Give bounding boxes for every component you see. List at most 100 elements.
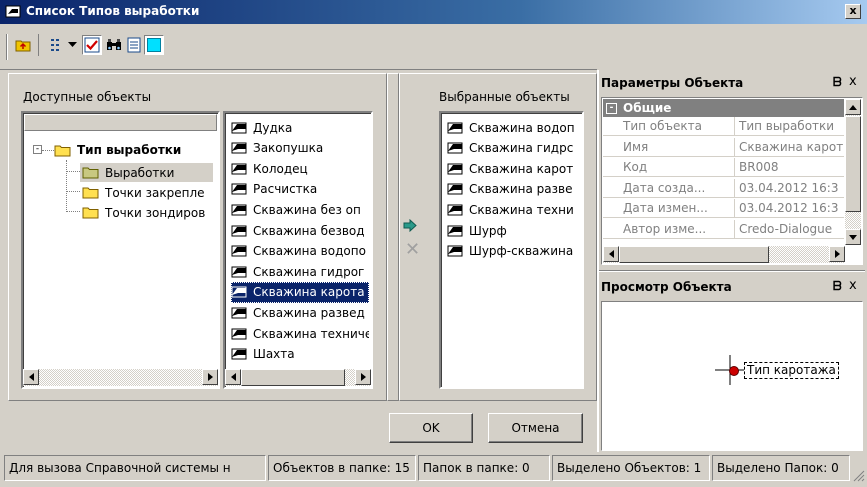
- object-type-icon: [447, 122, 463, 133]
- list-item-label: Колодец: [253, 161, 308, 176]
- property-name: Автор изме...: [603, 219, 735, 239]
- scroll-thumb[interactable]: [241, 369, 345, 386]
- list-item[interactable]: Дудка: [231, 117, 369, 138]
- tree-collapse-toggle[interactable]: -: [33, 145, 42, 154]
- remove-x-icon[interactable]: ✕: [405, 241, 420, 259]
- status-selected-objects: Выделено Объектов: 1: [552, 455, 710, 481]
- scroll-left-button[interactable]: [23, 369, 39, 385]
- tree-horizontal-scrollbar[interactable]: [23, 369, 218, 386]
- property-value: Скважина карот: [735, 137, 844, 157]
- object-type-icon: [447, 183, 463, 195]
- tree-item-label: Точки зондиров: [105, 205, 206, 220]
- scroll-right-button[interactable]: [829, 246, 845, 262]
- object-type-icon: [231, 328, 247, 339]
- property-row[interactable]: Дата измен... 03.04.2012 16:3: [603, 199, 844, 218]
- collapse-icon[interactable]: -: [606, 102, 617, 114]
- view-list-icon[interactable]: [48, 35, 68, 55]
- scroll-up-button[interactable]: [845, 99, 861, 115]
- crosshair-marker-icon: [715, 355, 745, 385]
- document-icon[interactable]: [124, 35, 144, 55]
- list-item[interactable]: Колодец: [231, 158, 369, 179]
- property-row[interactable]: Код BR008: [603, 158, 844, 177]
- params-group-label: Общие: [623, 101, 672, 115]
- list-item[interactable]: Скважина техни: [447, 199, 580, 220]
- scroll-thumb[interactable]: [619, 246, 769, 263]
- pin-icon[interactable]: ᗷ: [833, 279, 842, 294]
- list-item-label: Шахта: [253, 347, 295, 362]
- params-group-header[interactable]: - Общие: [603, 99, 844, 117]
- add-arrow-icon[interactable]: [403, 218, 417, 235]
- list-item-label: Скважина техни: [469, 202, 574, 217]
- list-item-label: Расчистка: [253, 182, 318, 197]
- scroll-right-button[interactable]: [355, 369, 371, 385]
- check-icon[interactable]: [82, 35, 102, 55]
- list-item[interactable]: Шурф: [447, 220, 580, 241]
- preview-symbol-label: Тип каротажа: [744, 362, 839, 379]
- tree-root[interactable]: Тип выработки: [54, 143, 181, 157]
- list-item[interactable]: Расчистка: [231, 179, 369, 200]
- scroll-right-button[interactable]: [202, 369, 218, 385]
- status-folders-in-folder: Папок в папке: 0: [418, 455, 550, 481]
- object-type-icon: [447, 245, 463, 257]
- list-item[interactable]: Скважина гидрог: [231, 261, 369, 282]
- property-value: Credo-Dialogue: [735, 219, 844, 239]
- object-type-icon: [231, 286, 247, 298]
- list-item[interactable]: Скважина безвод: [231, 220, 369, 241]
- binoculars-icon[interactable]: [104, 35, 124, 55]
- list-item[interactable]: Скважина развед: [231, 302, 369, 323]
- selected-objects-label: Выбранные объекты: [439, 90, 570, 104]
- object-type-icon: [231, 142, 247, 154]
- folder-icon: [54, 145, 71, 156]
- close-button[interactable]: x: [845, 4, 861, 19]
- pin-icon[interactable]: ᗷ: [833, 75, 842, 90]
- dropdown-icon[interactable]: [66, 35, 78, 55]
- list-item[interactable]: Скважина разве: [447, 179, 580, 200]
- available-objects-list[interactable]: Дудка Закопушка Колодец Расчистка Скважина б…: [223, 111, 373, 389]
- cancel-button[interactable]: Отмена: [488, 413, 583, 443]
- list-item[interactable]: Скважина без оп: [231, 199, 369, 220]
- list-item-label: Скважина разве: [469, 182, 573, 197]
- toolbar-divider: [0, 69, 597, 70]
- object-type-icon: [447, 204, 463, 216]
- status-objects-in-folder: Объектов в папке: 15: [268, 455, 416, 481]
- tree-item-vyrabotki[interactable]: Выработки: [80, 163, 213, 182]
- tree-item-tochki-zakrepleniya[interactable]: Точки закрепле: [82, 183, 215, 202]
- preview-close-icon[interactable]: x: [849, 278, 857, 293]
- params-close-icon[interactable]: x: [849, 74, 857, 89]
- resize-grip-icon[interactable]: [852, 469, 865, 482]
- property-row[interactable]: Автор изме... Credo-Dialogue: [603, 219, 844, 239]
- list-item[interactable]: Скважина карот: [447, 158, 580, 179]
- scroll-left-button[interactable]: [225, 369, 241, 385]
- scroll-down-button[interactable]: [845, 229, 861, 245]
- list-item[interactable]: Скважина водоп: [447, 117, 580, 138]
- list-item[interactable]: Скважина техниче: [231, 323, 369, 344]
- list-item[interactable]: Скважина карота: [231, 281, 369, 303]
- scroll-left-button[interactable]: [603, 246, 619, 262]
- property-row[interactable]: Тип объекта Тип выработки: [603, 117, 844, 136]
- selected-objects-list[interactable]: Скважина водоп Скважина гидрс Скважина кар…: [439, 111, 584, 389]
- color-box-icon[interactable]: [144, 35, 164, 55]
- object-type-icon: [231, 266, 247, 278]
- list-item-label: Скважина водоп: [469, 120, 575, 135]
- list-item[interactable]: Шахта: [231, 344, 369, 365]
- property-value: BR008: [735, 158, 844, 177]
- toolbar-separator: [38, 34, 39, 56]
- tree-item-tochki-zondirovaniya[interactable]: Точки зондиров: [82, 203, 215, 222]
- list-item[interactable]: Шурф-скважина: [447, 241, 580, 262]
- tree-root-label: Тип выработки: [77, 143, 182, 157]
- list-item-label: Дудка: [253, 120, 293, 135]
- scroll-thumb[interactable]: [845, 116, 861, 212]
- tree-header: [24, 114, 217, 131]
- object-type-icon: [447, 163, 463, 175]
- ok-button[interactable]: OK: [389, 413, 473, 443]
- list-item-label: Шурф-скважина: [469, 244, 574, 259]
- list-item[interactable]: Закопушка: [231, 138, 369, 159]
- property-row[interactable]: Дата созда... 03.04.2012 16:3: [603, 178, 844, 198]
- list-item[interactable]: Скважина водопо: [231, 241, 369, 262]
- list-item[interactable]: Скважина гидрс: [447, 138, 580, 159]
- property-row[interactable]: Имя Скважина карот: [603, 137, 844, 157]
- object-type-icon: [231, 225, 247, 236]
- folder-up-icon[interactable]: [13, 35, 33, 55]
- status-selected-folders: Выделено Папок: 0: [712, 455, 850, 481]
- object-type-icon: [231, 245, 247, 257]
